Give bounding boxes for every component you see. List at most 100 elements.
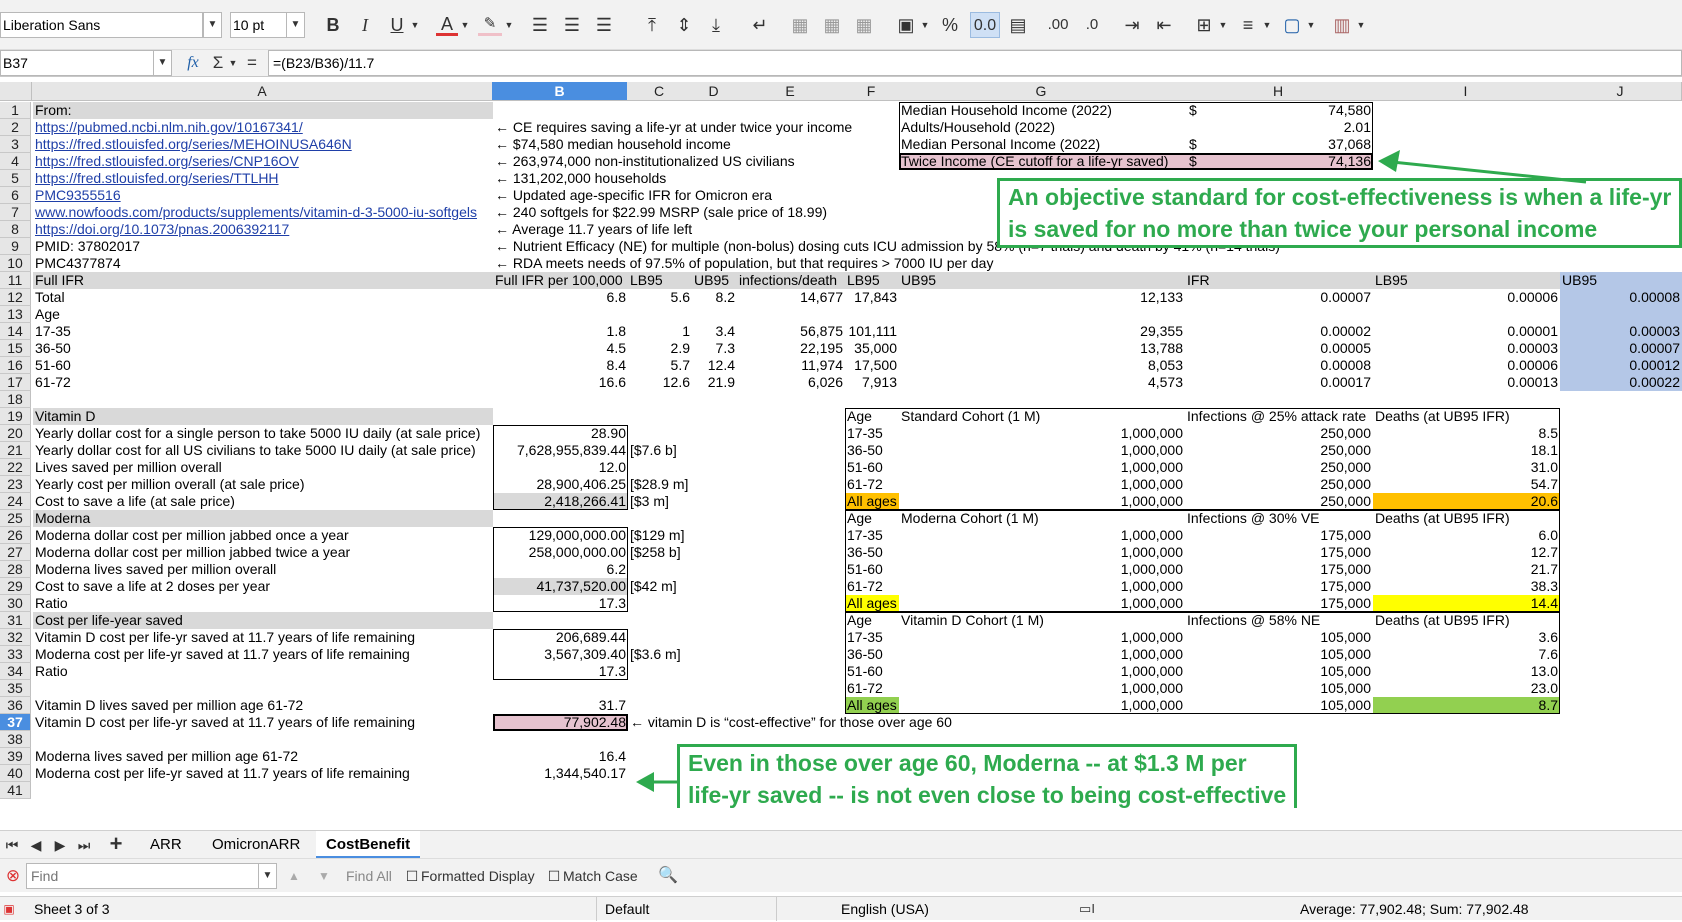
row-header-11[interactable]: 11 bbox=[0, 272, 31, 289]
row-header-21[interactable]: 21 bbox=[0, 442, 31, 459]
row-header-12[interactable]: 12 bbox=[0, 289, 31, 306]
cell-g24[interactable]: 1,000,000 bbox=[899, 493, 1185, 510]
cell-a23[interactable]: Yearly cost per million overall (at sale… bbox=[33, 476, 306, 493]
cell-b27[interactable]: 258,000,000.00 bbox=[493, 544, 628, 561]
cell-g33[interactable]: 1,000,000 bbox=[899, 646, 1185, 663]
cell-a37[interactable]: Vitamin D cost per life-yr saved at 11.7… bbox=[33, 714, 417, 731]
doc-modified-icon[interactable]: ▣ bbox=[2, 896, 16, 922]
row-header-9[interactable]: 9 bbox=[0, 238, 31, 255]
cell-i16[interactable]: 0.00006 bbox=[1373, 357, 1560, 374]
find-next-icon[interactable]: ▼ bbox=[314, 863, 334, 889]
cell-a22[interactable]: Lives saved per million overall bbox=[33, 459, 224, 476]
align-right-icon[interactable]: ☰ bbox=[592, 12, 616, 38]
find-input[interactable] bbox=[26, 863, 262, 889]
cell-f24[interactable]: All ages bbox=[845, 493, 899, 510]
row-header-18[interactable]: 18 bbox=[0, 391, 31, 408]
row-header-25[interactable]: 25 bbox=[0, 510, 31, 527]
cell-h23[interactable]: 250,000 bbox=[1185, 476, 1373, 493]
cell-a10[interactable]: PMC4377874 bbox=[33, 255, 123, 272]
cell-i33[interactable]: 7.6 bbox=[1373, 646, 1560, 663]
row-header-15[interactable]: 15 bbox=[0, 340, 31, 357]
cell-b15[interactable]: 4.5 bbox=[493, 340, 628, 357]
cell-g19[interactable]: Standard Cohort (1 M) bbox=[899, 408, 1042, 425]
find-replace-icon[interactable]: 🔍 bbox=[656, 863, 680, 889]
row-header-3[interactable]: 3 bbox=[0, 136, 31, 153]
cell-g23[interactable]: 1,000,000 bbox=[899, 476, 1185, 493]
name-box-dropdown[interactable]: ▼ bbox=[153, 50, 172, 76]
next-sheet-icon[interactable]: ▶ bbox=[50, 832, 70, 858]
last-sheet-icon[interactable]: ⏭ bbox=[74, 832, 94, 858]
cell-b26[interactable]: 129,000,000.00 bbox=[493, 527, 628, 544]
font-color-icon[interactable]: A bbox=[436, 12, 458, 36]
cell-d16[interactable]: 12.4 bbox=[692, 357, 737, 374]
cell-g15[interactable]: 13,788 bbox=[899, 340, 1185, 357]
cell-a17[interactable]: 61-72 bbox=[33, 374, 73, 391]
border-style-dropdown-icon[interactable]: ▼ bbox=[1262, 12, 1272, 38]
cell-f14[interactable]: 101,111 bbox=[845, 323, 899, 340]
cell-f21[interactable]: 36-50 bbox=[845, 442, 885, 459]
cell-i15[interactable]: 0.00003 bbox=[1373, 340, 1560, 357]
cell-a5[interactable]: https://fred.stlouisfed.org/series/TTLHH bbox=[33, 170, 281, 187]
cell-f35[interactable]: 61-72 bbox=[845, 680, 885, 697]
close-find-icon[interactable]: ⊗ bbox=[4, 863, 22, 889]
cell-f33[interactable]: 36-50 bbox=[845, 646, 885, 663]
borders-dropdown-icon[interactable]: ▼ bbox=[1218, 12, 1228, 38]
cell-g34[interactable]: 1,000,000 bbox=[899, 663, 1185, 680]
row-header-41[interactable]: 41 bbox=[0, 782, 31, 799]
row-header-39[interactable]: 39 bbox=[0, 748, 31, 765]
cell-b37[interactable]: 77,902.48 bbox=[493, 714, 628, 731]
row-header-28[interactable]: 28 bbox=[0, 561, 31, 578]
name-box[interactable]: B37 bbox=[0, 50, 155, 76]
cell-g27[interactable]: 1,000,000 bbox=[899, 544, 1185, 561]
cell-h26[interactable]: 175,000 bbox=[1185, 527, 1373, 544]
row-header-22[interactable]: 22 bbox=[0, 459, 31, 476]
align-left-icon[interactable]: ☰ bbox=[528, 12, 552, 38]
currency-icon[interactable]: ▣ bbox=[894, 12, 918, 38]
row-header-36[interactable]: 36 bbox=[0, 697, 31, 714]
conditional-format-icon[interactable]: ▥ bbox=[1330, 12, 1354, 38]
cell-e15[interactable]: 22,195 bbox=[737, 340, 845, 357]
cell-b29[interactable]: 41,737,520.00 bbox=[493, 578, 628, 595]
cell-i28[interactable]: 21.7 bbox=[1373, 561, 1560, 578]
cell-a6[interactable]: PMC9355516 bbox=[33, 187, 123, 204]
cell-c29[interactable]: [$42 m] bbox=[628, 578, 679, 595]
cell-a39[interactable]: Moderna lives saved per million age 61-7… bbox=[33, 748, 300, 765]
cell-j16[interactable]: 0.00012 bbox=[1560, 357, 1682, 374]
row-header-17[interactable]: 17 bbox=[0, 374, 31, 391]
cell-f26[interactable]: 17-35 bbox=[845, 527, 885, 544]
cell-g32[interactable]: 1,000,000 bbox=[899, 629, 1185, 646]
column-header-c[interactable]: C bbox=[627, 82, 692, 101]
cell-a31[interactable]: Cost per life-year saved bbox=[33, 612, 185, 629]
row-header-16[interactable]: 16 bbox=[0, 357, 31, 374]
cell-g20[interactable]: 1,000,000 bbox=[899, 425, 1185, 442]
cell-b6[interactable]: ← Updated age-specific IFR for Omicron e… bbox=[493, 187, 774, 204]
row-header-26[interactable]: 26 bbox=[0, 527, 31, 544]
cell-i32[interactable]: 3.6 bbox=[1373, 629, 1560, 646]
unmerge-cells-icon[interactable]: ▦ bbox=[852, 12, 876, 38]
cell-b2[interactable]: ← CE requires saving a life-yr at under … bbox=[493, 119, 854, 136]
cell-i34[interactable]: 13.0 bbox=[1373, 663, 1560, 680]
cell-i27[interactable]: 12.7 bbox=[1373, 544, 1560, 561]
cell-g14[interactable]: 29,355 bbox=[899, 323, 1185, 340]
cell-b3[interactable]: ← $74,580 median household income bbox=[493, 136, 733, 153]
cell-h14[interactable]: 0.00002 bbox=[1185, 323, 1373, 340]
match-case-checkbox[interactable]: ☐ bbox=[547, 863, 561, 889]
find-previous-icon[interactable]: ▲ bbox=[284, 863, 304, 889]
remove-decimal-icon[interactable]: .0 bbox=[1078, 12, 1106, 38]
cell-c14[interactable]: 1 bbox=[628, 323, 692, 340]
cell-f22[interactable]: 51-60 bbox=[845, 459, 885, 476]
cell-c15[interactable]: 2.9 bbox=[628, 340, 692, 357]
find-all-button[interactable]: Find All bbox=[346, 863, 392, 889]
cell-g30[interactable]: 1,000,000 bbox=[899, 595, 1185, 612]
cell-a24[interactable]: Cost to save a life (at sale price) bbox=[33, 493, 237, 510]
cell-b22[interactable]: 12.0 bbox=[493, 459, 628, 476]
row-header-5[interactable]: 5 bbox=[0, 170, 31, 187]
cell-b14[interactable]: 1.8 bbox=[493, 323, 628, 340]
bold-icon[interactable]: B bbox=[322, 12, 344, 38]
number-format-icon[interactable]: 0.0 bbox=[970, 12, 1000, 38]
cell-h15[interactable]: 0.00005 bbox=[1185, 340, 1373, 357]
highlight-dropdown-icon[interactable]: ▼ bbox=[504, 12, 514, 38]
cell-b33[interactable]: 3,567,309.40 bbox=[493, 646, 628, 663]
row-header-8[interactable]: 8 bbox=[0, 221, 31, 238]
cell-f19[interactable]: Age bbox=[845, 408, 874, 425]
